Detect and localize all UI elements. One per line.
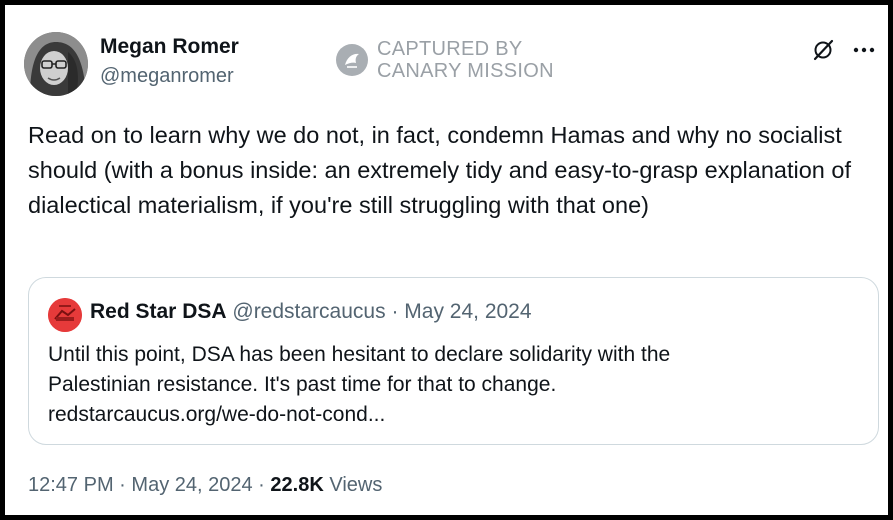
separator-dot: ·	[258, 474, 265, 496]
quoted-tweet-header: Red Star DSA @redstarcaucus · May 24, 20…	[90, 300, 532, 324]
user-avatar[interactable]	[24, 32, 88, 96]
more-icon[interactable]	[851, 41, 877, 59]
grok-icon[interactable]	[811, 38, 835, 62]
tweet-text: Read on to learn why we do not, in fact,…	[28, 122, 851, 218]
watermark-line-1: CAPTURED BY	[377, 38, 523, 60]
separator-dot: ·	[119, 474, 126, 496]
views-count[interactable]: 22.8K	[270, 474, 323, 496]
quoted-tweet-text: Until this point, DSA has been hesitant …	[48, 340, 858, 430]
quoted-link[interactable]: redstarcaucus.org/we-do-not-cond...	[48, 400, 858, 430]
quoted-tweet-card[interactable]: Red Star DSA @redstarcaucus · May 24, 20…	[28, 277, 879, 445]
quoted-text-line-2: Palestinian resistance. It's past time f…	[48, 373, 557, 396]
author-handle[interactable]: @meganromer	[100, 65, 234, 88]
canary-mission-logo	[336, 44, 368, 76]
quoted-author-name[interactable]: Red Star DSA	[90, 300, 227, 323]
watermark: CAPTURED BY CANARY MISSION	[335, 38, 554, 82]
screenshot-frame: Megan Romer @meganromer CAPTURED BY CANA…	[0, 0, 893, 520]
watermark-line-2: CANARY MISSION	[377, 60, 554, 82]
quoted-text-line-1: Until this point, DSA has been hesitant …	[48, 343, 671, 366]
views-label: Views	[329, 474, 383, 496]
quoted-author-handle[interactable]: @redstarcaucus	[232, 300, 385, 323]
tweet-time[interactable]: 12:47 PM	[28, 474, 114, 496]
quoted-date[interactable]: May 24, 2024	[404, 300, 531, 323]
author-name[interactable]: Megan Romer	[100, 35, 239, 59]
tweet-date[interactable]: May 24, 2024	[131, 474, 252, 496]
red-star-dsa-avatar[interactable]	[48, 298, 82, 332]
tweet-metadata: 12:47 PM · May 24, 2024 · 22.8K Views	[28, 474, 382, 497]
separator-dot: ·	[391, 300, 399, 323]
